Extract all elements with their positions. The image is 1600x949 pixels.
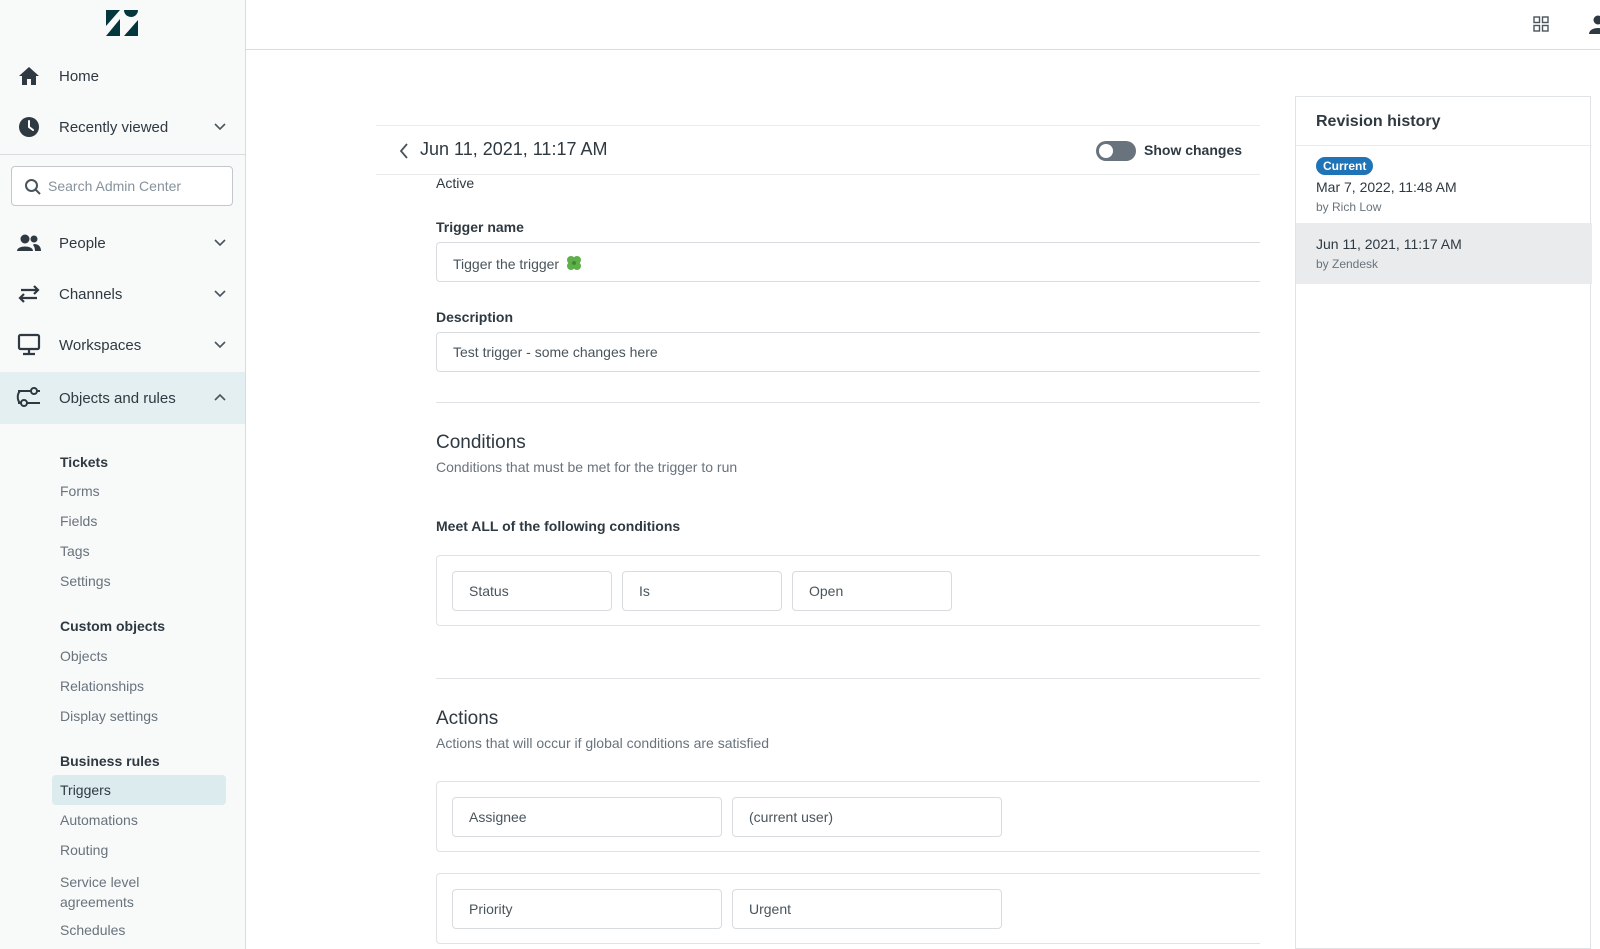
four-leaf-clover-icon — [567, 256, 582, 270]
condition-operator-value: Is — [639, 583, 650, 599]
actions-subtitle: Actions that will occur if global condit… — [436, 735, 770, 751]
current-badge: Current — [1316, 157, 1374, 175]
tickets-heading: Tickets — [60, 454, 108, 470]
action-value-value: Urgent — [749, 901, 792, 917]
nav-channels[interactable]: Channels — [0, 269, 245, 319]
condition-value-value: Open — [809, 583, 844, 599]
nav-objects-and-rules-label: Objects and rules — [59, 389, 176, 407]
chevron-down-icon — [214, 341, 226, 349]
trigger-name-label: Trigger name — [436, 219, 524, 235]
sidebar-item-display-settings[interactable]: Display settings — [60, 708, 158, 724]
channels-icon — [16, 282, 42, 306]
description-value: Test trigger - some changes here — [453, 344, 658, 360]
home-icon — [16, 64, 42, 88]
description-field[interactable]: Test trigger - some changes here — [436, 332, 1260, 372]
nav-home[interactable]: Home — [0, 51, 245, 101]
sidebar-item-tags[interactable]: Tags — [60, 543, 90, 559]
nav-objects-and-rules[interactable]: Objects and rules — [0, 372, 245, 424]
action-value-select[interactable]: Urgent — [732, 889, 1002, 929]
action-field-value: Assignee — [469, 809, 527, 825]
revision-item-current[interactable]: Current Mar 7, 2022, 11:48 AM by Rich Lo… — [1296, 146, 1592, 223]
meet-all-label: Meet ALL of the following conditions — [436, 518, 681, 534]
user-avatar-icon[interactable] — [1588, 14, 1600, 34]
sidebar-item-objects[interactable]: Objects — [60, 648, 107, 664]
nav-workspaces-label: Workspaces — [59, 336, 142, 354]
condition-field-select[interactable]: Status — [452, 571, 612, 611]
sidebar-item-sla[interactable]: Service level agreements — [60, 872, 180, 912]
nav-people[interactable]: People — [0, 218, 245, 268]
action-value-value: (current user) — [749, 809, 834, 825]
objects-rules-icon — [16, 385, 42, 409]
show-changes-label: Show changes — [1144, 142, 1243, 158]
description-label: Description — [436, 309, 514, 325]
sidebar-item-triggers[interactable]: Triggers — [52, 775, 226, 805]
conditions-subtitle: Conditions that must be met for the trig… — [436, 459, 738, 475]
clock-icon — [16, 115, 42, 139]
nav-channels-label: Channels — [59, 285, 123, 303]
search-icon — [25, 179, 41, 195]
chevron-down-icon — [214, 123, 226, 131]
sidebar: Home Recently viewed Search Admin Center… — [0, 0, 246, 949]
action-field-select[interactable]: Priority — [452, 889, 722, 929]
workspaces-icon — [16, 333, 42, 357]
people-icon — [16, 231, 42, 255]
actions-heading: Actions — [436, 708, 499, 729]
sidebar-item-schedules[interactable]: Schedules — [60, 922, 125, 938]
revision-date: Mar 7, 2022, 11:48 AM — [1316, 179, 1457, 195]
condition-operator-select[interactable]: Is — [622, 571, 782, 611]
status-value: Active — [436, 175, 475, 191]
revision-history-panel: Revision history Current Mar 7, 2022, 11… — [1295, 96, 1592, 949]
chevron-down-icon — [214, 290, 226, 298]
trigger-name-field[interactable]: Tigger the trigger — [436, 242, 1260, 282]
show-changes-toggle[interactable] — [1096, 141, 1136, 161]
section-divider — [436, 678, 1260, 679]
apps-grid-icon[interactable] — [1533, 16, 1549, 32]
business-rules-heading: Business rules — [60, 753, 160, 769]
revision-header: Jun 11, 2021, 11:17 AM Show changes — [376, 125, 1260, 175]
page-title: Jun 11, 2021, 11:17 AM — [420, 139, 608, 159]
action-value-select[interactable]: (current user) — [732, 797, 1002, 837]
sidebar-item-settings[interactable]: Settings — [60, 573, 111, 589]
chevron-down-icon — [214, 239, 226, 247]
nav-workspaces[interactable]: Workspaces — [0, 320, 245, 370]
revision-history-title: Revision history — [1316, 113, 1441, 130]
nav-recently-viewed-label: Recently viewed — [59, 118, 169, 136]
zendesk-logo[interactable] — [106, 10, 138, 36]
toggle-knob — [1099, 144, 1113, 158]
revision-date: Jun 11, 2021, 11:17 AM — [1316, 236, 1462, 252]
condition-field-value: Status — [469, 583, 509, 599]
sidebar-item-automations[interactable]: Automations — [60, 812, 138, 828]
chevron-up-icon — [214, 393, 226, 401]
action-field-value: Priority — [469, 901, 513, 917]
revision-item-selected[interactable]: Jun 11, 2021, 11:17 AM by Zendesk — [1296, 223, 1592, 284]
conditions-heading: Conditions — [436, 432, 526, 453]
search-admin-input[interactable]: Search Admin Center — [11, 166, 233, 206]
trigger-name-value: Tigger the trigger — [453, 256, 560, 272]
condition-value-select[interactable]: Open — [792, 571, 952, 611]
search-placeholder: Search Admin Center — [48, 178, 182, 194]
top-bar — [246, 0, 1600, 50]
action-field-select[interactable]: Assignee — [452, 797, 722, 837]
sidebar-item-routing[interactable]: Routing — [60, 842, 108, 858]
custom-objects-heading: Custom objects — [60, 618, 166, 634]
sidebar-item-fields[interactable]: Fields — [60, 513, 97, 529]
sidebar-item-relationships[interactable]: Relationships — [60, 678, 144, 694]
sidebar-divider — [0, 154, 245, 155]
chevron-left-icon[interactable] — [398, 142, 410, 160]
nav-home-label: Home — [59, 67, 100, 85]
nav-people-label: People — [59, 234, 106, 252]
nav-recently-viewed[interactable]: Recently viewed — [0, 102, 245, 152]
revision-author: by Rich Low — [1316, 200, 1382, 214]
revision-author: by Zendesk — [1316, 257, 1379, 271]
sidebar-item-forms[interactable]: Forms — [60, 483, 100, 499]
section-divider — [436, 402, 1260, 403]
